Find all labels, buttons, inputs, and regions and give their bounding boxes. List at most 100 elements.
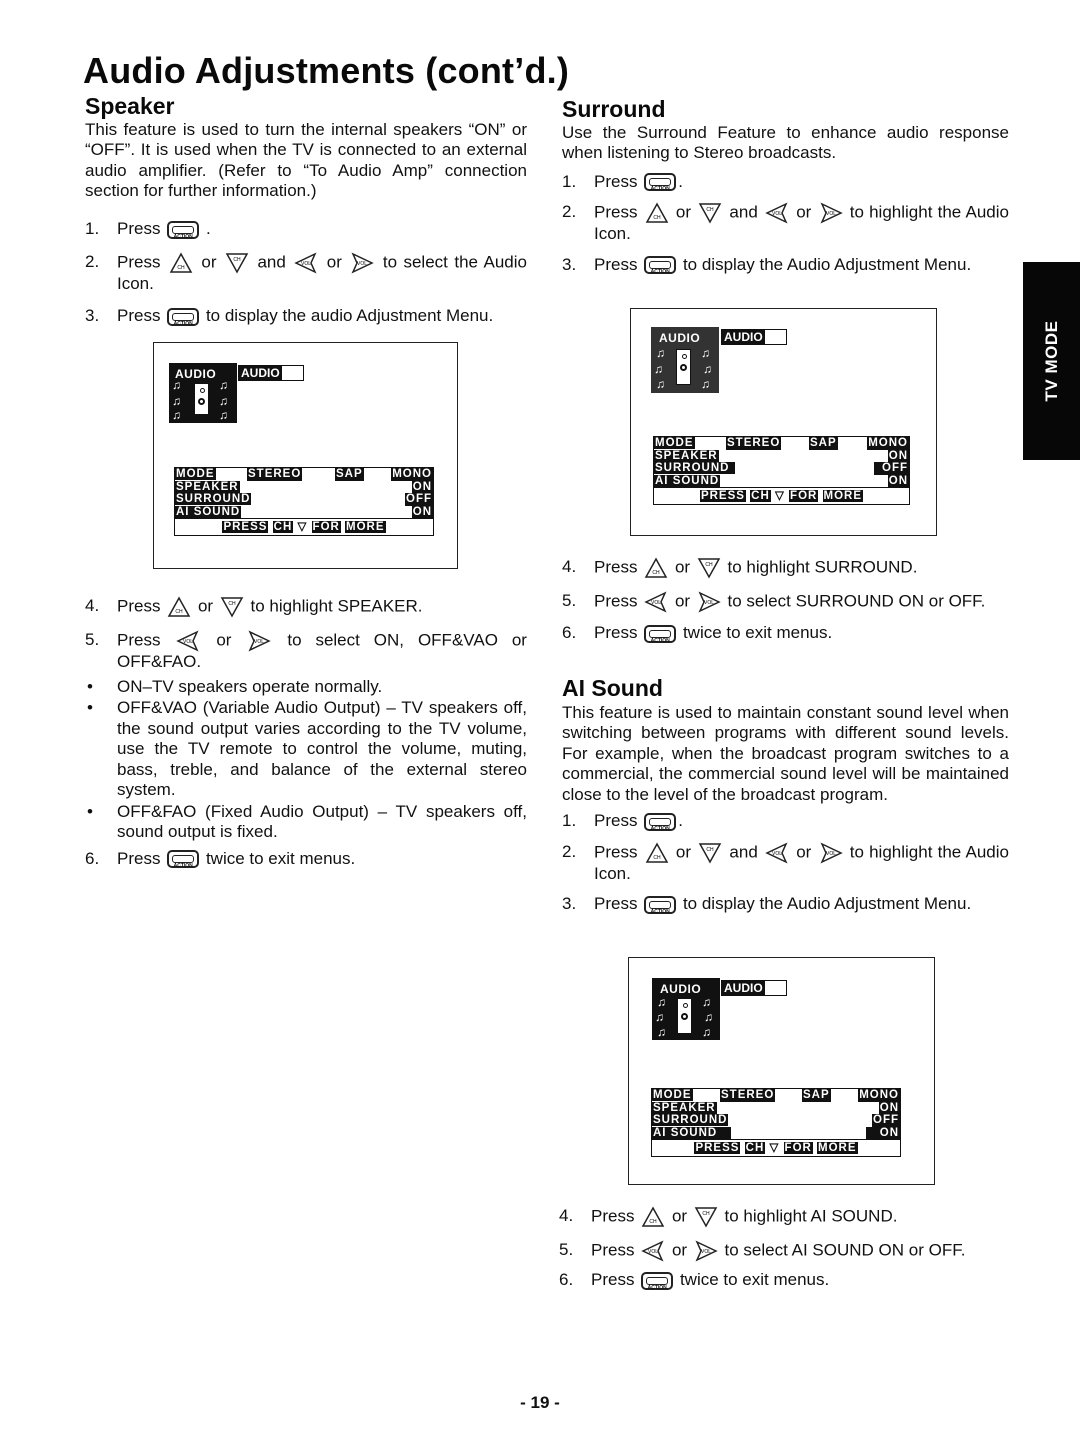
- surround-step-1: 1. Press ACTION.: [562, 171, 683, 193]
- vol-left-icon: VOL: [294, 251, 317, 274]
- music-note-icon: ♫: [702, 1025, 711, 1039]
- ai-sound-steps-bottom: 4. Press CH or CH to highlight AI SOUND.…: [559, 1206, 1006, 1291]
- music-note-icon: ♫: [702, 995, 711, 1009]
- ch-up-icon: CH: [641, 1206, 665, 1227]
- surround-step-2: 2. Press CH or CH and VOL or VOL to high…: [562, 202, 1009, 243]
- ai-sound-section: AI Sound This feature is used to maintai…: [562, 677, 1009, 915]
- music-note-icon: ♫: [172, 378, 181, 392]
- menu-row-ai-sound-highlighted: AI SOUND ON: [652, 1126, 900, 1139]
- menu-row-surround: SURROUND OFF: [175, 493, 433, 506]
- ch-down-icon: CH: [225, 252, 249, 274]
- vol-left-icon: VOL: [644, 591, 667, 613]
- ch-up-icon: CH: [167, 596, 191, 617]
- vol-left-icon: VOL: [641, 1240, 664, 1262]
- music-note-icon: ♫: [657, 1025, 666, 1039]
- ai-sound-step-1: 1. Press ACTION.: [562, 811, 683, 832]
- speaker-step-4: 4. Press CH or CH to highlight SPEAKER.: [85, 596, 527, 618]
- music-note-icon: ♫: [701, 346, 710, 360]
- music-note-icon: ♫: [656, 377, 665, 391]
- vol-right-icon: VOL: [248, 630, 272, 652]
- svg-text:CH: CH: [176, 609, 184, 615]
- vol-right-icon: VOL: [820, 202, 843, 224]
- svg-text:CH: CH: [233, 257, 241, 263]
- audio-adjustment-menu: MODE STEREO SAP MONO SPEAKER ON SURROUND O…: [653, 436, 910, 505]
- action-button-icon: ACTION: [644, 256, 677, 275]
- surround-step-4: 4. Press CH or CH to highlight SURROUND.: [562, 557, 1009, 579]
- menu-row-speaker: SPEAKER ON: [175, 480, 433, 493]
- ch-up-icon: CH: [645, 841, 668, 863]
- ch-down-icon: CH: [697, 558, 721, 579]
- ch-down-icon: CH: [220, 597, 244, 618]
- menu-row-ai-sound: AI SOUND ON: [175, 505, 433, 518]
- audio-icon-title: AUDIO: [175, 367, 217, 381]
- music-note-icon: ♫: [219, 394, 228, 408]
- speaker-menu-screen: AUDIO ♫ ♫ ♫ ♫ ♫ ♫ AUDIO MODE STEREO SAP …: [153, 342, 458, 569]
- svg-text:VOL: VOL: [772, 851, 782, 857]
- speaker-step-5: 5. Press VOL or VOL to select ON, OFF&VA…: [85, 630, 527, 671]
- svg-text:CH: CH: [653, 570, 661, 576]
- speaker-steps-top: 1. Press ACTION . 2. Press CH or CH and …: [85, 219, 527, 327]
- surround-menu-screen: AUDIO ♫ ♫ ♫ ♫ ♫ ♫ AUDIO MODE STEREO SAP …: [630, 308, 937, 536]
- svg-text:CH: CH: [177, 265, 185, 271]
- music-note-icon: ♫: [219, 378, 228, 392]
- svg-text:CH: CH: [650, 1219, 658, 1225]
- action-button-icon: ACTION: [644, 173, 677, 192]
- audio-icon-tile: AUDIO ♫ ♫ ♫ ♫ ♫ ♫: [651, 327, 719, 393]
- audio-label: AUDIO: [238, 365, 304, 381]
- svg-text:CH: CH: [653, 855, 661, 861]
- action-button-icon: ACTION: [644, 624, 677, 644]
- menu-footer: PRESS CH ▽ FOR MORE: [652, 1139, 900, 1156]
- ai-sound-step-5: 5. Press VOL or VOL to select AI SOUND O…: [559, 1240, 1006, 1262]
- ai-sound-menu-screen: AUDIO ♫ ♫ ♫ ♫ ♫ ♫ AUDIO MODE STEREO SAP …: [628, 957, 935, 1185]
- vol-left-icon: VOL: [176, 630, 199, 652]
- page-title: Audio Adjustments (cont’d.): [83, 50, 570, 91]
- svg-text:CH: CH: [228, 601, 236, 607]
- ai-sound-intro: This feature is used to maintain constan…: [562, 702, 1009, 804]
- svg-text:CH: CH: [707, 847, 715, 853]
- action-button-icon: ACTION: [167, 220, 200, 240]
- speaker-intro: This feature is used to turn the interna…: [85, 119, 527, 201]
- svg-text:CH: CH: [707, 207, 715, 213]
- music-note-icon: ♫: [703, 362, 712, 376]
- menu-row-surround-highlighted: SURROUND OFF: [654, 462, 909, 475]
- speaker-step-1: 1. Press ACTION .: [85, 219, 211, 240]
- audio-label: AUDIO: [721, 980, 787, 996]
- action-button-icon: ACTION: [644, 812, 677, 832]
- action-button-icon: ACTION: [167, 850, 200, 869]
- svg-text:VOL: VOL: [357, 261, 367, 267]
- ch-up-icon: CH: [645, 202, 668, 223]
- music-note-icon: ♫: [655, 1010, 664, 1024]
- speaker-step-3: 3. Press ACTION to display the audio Adj…: [85, 306, 494, 327]
- music-note-icon: ♫: [657, 995, 666, 1009]
- svg-text:CH: CH: [705, 562, 713, 568]
- svg-text:VOL: VOL: [826, 851, 836, 857]
- audio-label: AUDIO: [721, 329, 787, 345]
- svg-text:CH: CH: [702, 1211, 710, 1217]
- surround-heading: Surround: [562, 96, 666, 122]
- menu-row-mode: MODE STEREO SAP MONO: [654, 437, 909, 450]
- ai-sound-step-6: 6. Press ACTION twice to exit menus.: [559, 1270, 830, 1291]
- speaker-icon: [194, 383, 209, 415]
- speaker-bullet-on: • ON–TV speakers operate normally.: [87, 676, 383, 696]
- tv-mode-side-tab: TV MODE: [1023, 262, 1080, 460]
- menu-footer: PRESS CH ▽ FOR MORE: [175, 518, 433, 535]
- speaker-step-6: 6. Press ACTION twice to exit menus.: [85, 848, 356, 870]
- speaker-section: Speaker This feature is used to turn the…: [85, 95, 527, 202]
- menu-row-speaker: SPEAKER ON: [652, 1101, 900, 1114]
- speaker-steps-bottom: 4. Press CH or CH to highlight SPEAKER. …: [85, 596, 527, 869]
- menu-row-surround: SURROUND OFF: [652, 1114, 900, 1127]
- speaker-icon: [676, 349, 691, 385]
- svg-text:VOL: VOL: [648, 1249, 658, 1255]
- ai-sound-step-2: 2. Press CH or CH and VOL or VOL to high…: [562, 841, 1009, 883]
- svg-text:VOL: VOL: [183, 639, 193, 645]
- svg-text:VOL: VOL: [772, 211, 782, 217]
- surround-intro: Use the Surround Feature to enhance audi…: [562, 122, 1009, 163]
- audio-icon-tile: AUDIO ♫ ♫ ♫ ♫ ♫ ♫: [169, 363, 237, 423]
- svg-text:CH: CH: [653, 215, 661, 221]
- surround-step-6: 6. Press ACTION twice to exit menus.: [562, 623, 833, 644]
- music-note-icon: ♫: [654, 362, 663, 376]
- action-button-icon: ACTION: [644, 895, 677, 915]
- ch-down-icon: CH: [698, 203, 722, 224]
- music-note-icon: ♫: [172, 408, 181, 422]
- vol-right-icon: VOL: [698, 591, 721, 613]
